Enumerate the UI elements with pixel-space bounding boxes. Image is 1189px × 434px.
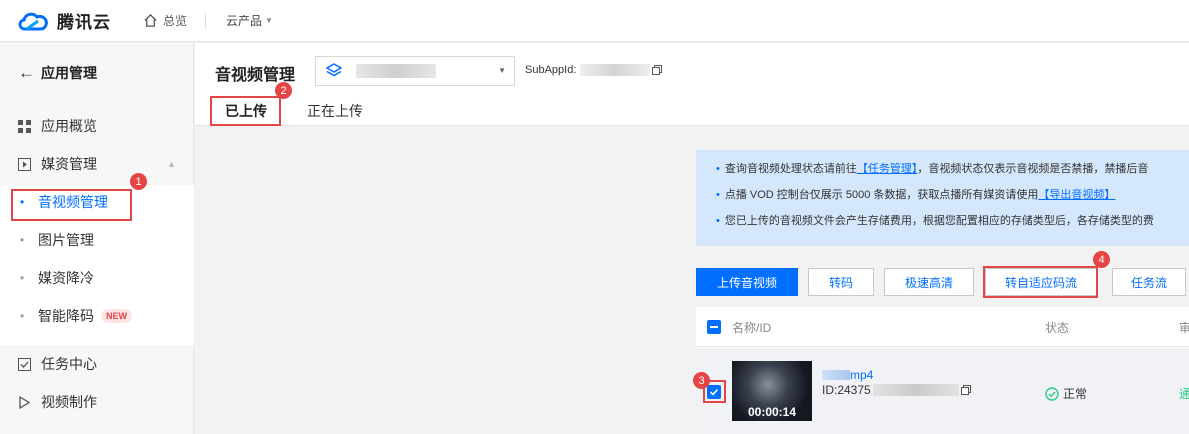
check-circle-icon [1045,386,1059,401]
video-thumbnail[interactable]: 00:00:14 [732,361,812,421]
notice-panel: • 查询音视频处理状态请前往【任务管理】，音视频状态仅表示音视频是否禁播，禁播后音… [696,150,1189,246]
sidebar-subitem-label: 智能降码 [38,308,94,324]
subappid-label: SubAppId: [525,64,577,76]
sidebar-subitem-label: 媒资降冷 [38,270,94,286]
table-row[interactable]: 00:00:14 mp4 ID:24375 正常 通 [696,348,1189,434]
copy-icon[interactable] [652,65,663,75]
cloud-logo-icon [18,12,48,30]
play-outline-icon [17,395,31,409]
notice-line-3: • 您已上传的音视频文件会产生存储费用，根据您配置相应的存储类型后，各存储类型的费 [716,215,1154,227]
sidebar-item-label: 应用概览 [41,118,97,134]
highlight-box-step-1 [11,189,132,221]
tesla-button[interactable]: 极速高清 [884,268,974,296]
home-link[interactable]: 总览 [143,12,187,29]
highlight-box-step-2 [210,96,281,126]
back-label: 应用管理 [41,65,97,81]
subappid-field: SubAppId: [525,64,663,76]
sidebar-item-overview[interactable]: 应用概览 [0,111,194,141]
review-status-partial: 通 [1179,387,1189,401]
chevron-down-icon: ▼ [265,16,273,25]
checkbox-list-icon [17,357,31,371]
arrow-left-icon: ← [18,63,35,82]
notice-line-2: • 点播 VOD 控制台仅展示 5000 条数据，获取点播所有媒资请使用【导出音视… [716,189,1116,201]
home-label: 总览 [163,14,188,28]
new-badge: NEW [101,309,132,323]
layers-icon [326,63,342,77]
home-icon [144,13,157,27]
task-management-link[interactable]: 【任务管理】 [857,163,918,175]
column-header-review: 审 [1179,321,1189,335]
sidebar-subitem-label: 图片管理 [38,232,94,248]
app-name-redacted [356,64,436,78]
products-label: 云产品 [226,14,263,28]
step-badge-1: 1 [130,173,147,190]
file-id-redacted [872,384,959,396]
sidebar: ← 应用管理 应用概览 媒资管理 ▲ • 音视频管理 • 图片管理 • 媒资降冷… [0,43,194,434]
grid-icon [17,119,31,133]
sidebar-item-task-center[interactable]: 任务中心 [0,349,194,379]
transcode-button[interactable]: 转码 [808,268,874,296]
sidebar-subitem-image-management[interactable]: • 图片管理 [0,225,194,255]
sidebar-subitem-cold-storage[interactable]: • 媒资降冷 [0,263,194,293]
file-id: ID:24375 [822,383,971,397]
export-av-link[interactable]: 【导出音视频】 [1038,189,1115,201]
brand-name: 腾讯云 [57,13,111,32]
sidebar-subitem-smart-bitrate[interactable]: • 智能降码 NEW [0,301,194,331]
app-select-dropdown[interactable]: ▼ [315,56,515,86]
upload-av-button[interactable]: 上传音视频 [696,268,798,296]
chevron-down-icon: ▼ [498,66,506,75]
sidebar-item-media[interactable]: 媒资管理 ▲ [0,149,194,179]
back-to-apps[interactable]: ← 应用管理 [18,63,97,83]
file-name[interactable]: mp4 [822,368,873,382]
brand-logo[interactable]: 腾讯云 [16,8,111,33]
top-divider [205,12,207,29]
tab-uploading[interactable]: 正在上传 [307,101,363,121]
highlight-box-step-4 [983,266,1098,298]
subappid-redacted [580,64,651,76]
main-header: 音视频管理 ▼ SubAppId: 已上传 正在上传 [195,43,1189,126]
step-badge-4: 4 [1093,251,1110,268]
sidebar-item-video-production[interactable]: 视频制作 [0,387,194,417]
products-menu[interactable]: 云产品 ▼ [226,12,273,29]
media-table: 名称/ID 状态 审 00:00:14 mp4 ID:24375 正常 通 [696,307,1189,434]
notice-line-1: • 查询音视频处理状态请前往【任务管理】，音视频状态仅表示音视频是否禁播，禁播后音 [716,163,1149,175]
step-badge-3: 3 [693,372,710,389]
sidebar-item-label: 任务中心 [41,356,97,372]
sidebar-item-label: 媒资管理 [41,156,97,172]
copy-icon[interactable] [960,385,971,395]
task-flow-button[interactable]: 任务流 [1112,268,1186,296]
status-badge: 正常 [1045,385,1087,402]
column-header-status: 状态 [1045,321,1070,335]
sidebar-item-label: 视频制作 [41,394,97,410]
select-all-checkbox[interactable] [707,320,721,334]
step-badge-2: 2 [275,82,292,99]
top-bar: 腾讯云 总览 云产品 ▼ [0,0,1189,42]
play-box-icon [17,157,31,171]
file-name-redacted [822,370,850,380]
column-header-name: 名称/ID [732,321,772,335]
table-header: 名称/ID 状态 审 [696,307,1189,347]
chevron-up-icon: ▲ [167,159,176,169]
video-duration: 00:00:14 [747,405,797,419]
